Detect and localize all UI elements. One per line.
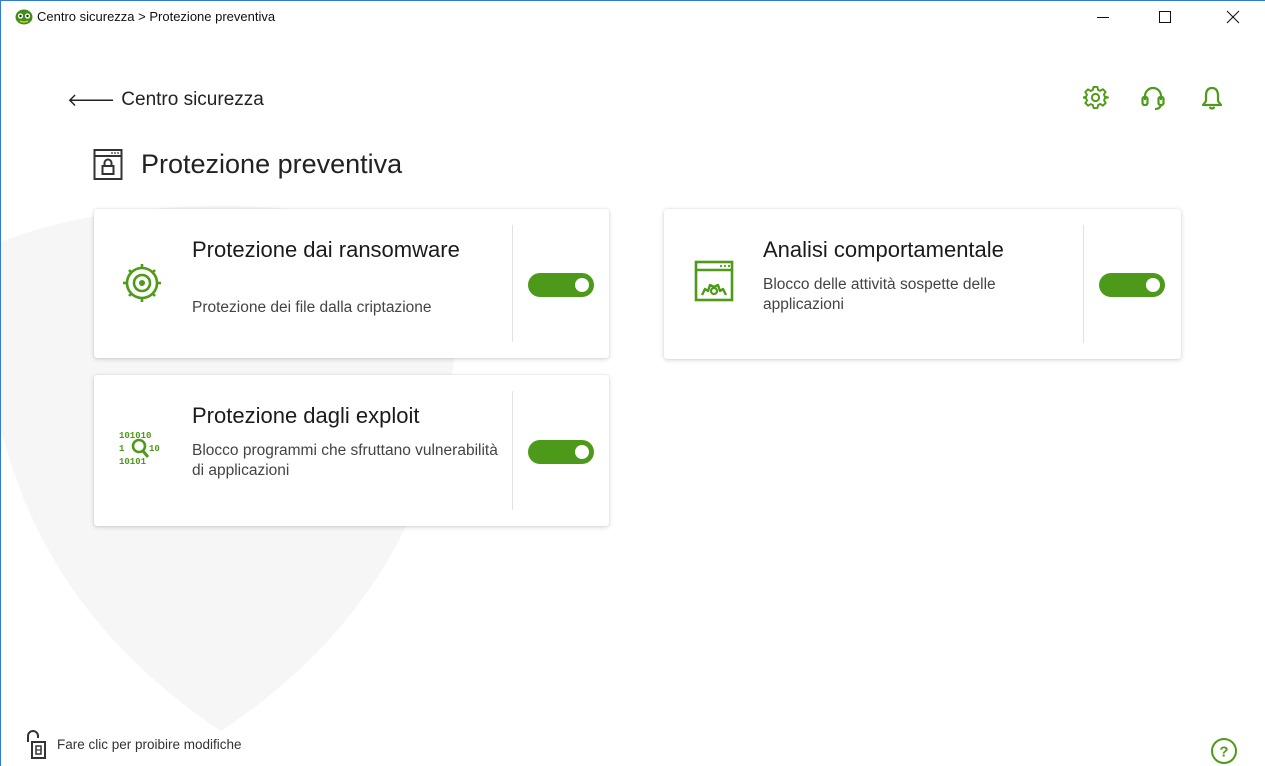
card-divider xyxy=(512,225,513,342)
help-icon: ? xyxy=(1219,744,1228,761)
card-exploit-protection: 101010 1 10 10101 Protezione dagli explo… xyxy=(94,375,609,526)
card-title: Protezione dai ransomware xyxy=(192,237,460,262)
notifications-button[interactable] xyxy=(1197,83,1227,113)
back-link-label: Centro sicurezza xyxy=(121,89,264,110)
exploit-protection-toggle[interactable] xyxy=(528,440,594,464)
help-button[interactable]: ? xyxy=(1210,737,1238,765)
svg-text:101010: 101010 xyxy=(119,431,151,441)
card-title: Protezione dagli exploit xyxy=(192,403,420,428)
behavior-analysis-toggle[interactable] xyxy=(1099,273,1165,297)
maximize-button[interactable] xyxy=(1142,1,1188,33)
maximize-icon xyxy=(1159,11,1171,23)
card-description: Blocco programmi che sfruttano vulnerabi… xyxy=(192,442,498,479)
svg-text:10: 10 xyxy=(149,444,160,454)
lock-settings-label: Fare clic per proibire modifiche xyxy=(57,736,242,752)
close-icon xyxy=(1226,10,1240,24)
minimize-button[interactable] xyxy=(1080,1,1126,33)
window-title: Centro sicurezza > Protezione preventiva xyxy=(37,9,276,24)
settings-button[interactable] xyxy=(1081,83,1111,113)
page-title: Protezione preventiva xyxy=(93,147,402,181)
back-arrow-icon: 🡐 xyxy=(67,90,116,110)
card-behavior-analysis: Analisi comportamentale Blocco delle att… xyxy=(664,209,1181,359)
headset-icon xyxy=(1141,86,1165,111)
ransomware-toggle[interactable] xyxy=(528,273,594,297)
bell-icon xyxy=(1201,86,1223,110)
minimize-icon xyxy=(1097,17,1109,18)
back-link[interactable]: 🡐 Centro sicurezza xyxy=(67,89,264,111)
binary-magnifier-icon: 101010 1 10 10101 xyxy=(119,431,160,467)
card-divider xyxy=(512,391,513,510)
svg-text:1: 1 xyxy=(119,444,125,454)
card-divider xyxy=(1083,225,1084,343)
ransomware-shield-icon xyxy=(123,264,161,302)
card-ransomware-protection: Protezione dai ransomware Protezione dei… xyxy=(94,209,609,358)
close-button[interactable] xyxy=(1210,1,1256,33)
unlocked-padlock-icon xyxy=(27,730,46,759)
toggle-knob xyxy=(575,278,589,292)
page-title-text: Protezione preventiva xyxy=(141,148,403,179)
support-button[interactable] xyxy=(1138,83,1168,113)
card-description: Blocco delle attività sospette delle app… xyxy=(763,276,996,313)
app-logo-icon xyxy=(15,9,33,25)
title-bar: Centro sicurezza > Protezione preventiva xyxy=(1,1,1265,33)
card-title: Analisi comportamentale xyxy=(763,237,1004,262)
app-window: Centro sicurezza > Protezione preventiva… xyxy=(0,0,1265,766)
gear-icon xyxy=(1083,85,1109,110)
lock-settings-link[interactable]: Fare clic per proibire modifiche xyxy=(25,729,242,759)
browser-lock-icon xyxy=(93,149,123,180)
svg-text:10101: 10101 xyxy=(119,457,147,467)
toggle-knob xyxy=(1146,278,1160,292)
window-gear-icon xyxy=(694,260,734,302)
card-description: Protezione dei file dalla criptazione xyxy=(192,299,432,316)
toggle-knob xyxy=(575,445,589,459)
